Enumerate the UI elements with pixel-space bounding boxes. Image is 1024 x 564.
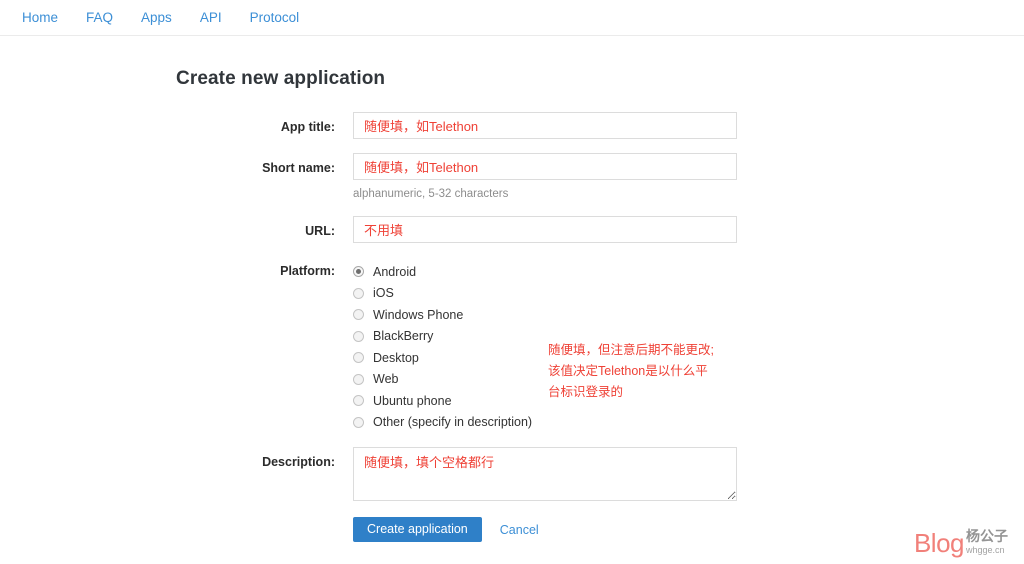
platform-label: Platform: bbox=[280, 264, 335, 278]
nav-item-api[interactable]: API bbox=[186, 0, 236, 36]
platform-option-label: BlackBerry bbox=[373, 329, 434, 343]
platform-option-android[interactable]: Android bbox=[353, 261, 737, 282]
create-application-form: App title: Short name: alphanumeric, 5-3… bbox=[0, 112, 1024, 542]
platform-option-windows-phone[interactable]: Windows Phone bbox=[353, 304, 737, 325]
platform-option-ios[interactable]: iOS bbox=[353, 283, 737, 304]
cancel-link[interactable]: Cancel bbox=[500, 523, 539, 537]
platform-option-label: Other (specify in description) bbox=[373, 415, 533, 429]
radio-unchecked-icon[interactable] bbox=[353, 395, 364, 406]
form-row-app-title: App title: bbox=[0, 112, 1024, 139]
nav-item-home[interactable]: Home bbox=[8, 0, 72, 36]
nav-item-protocol[interactable]: Protocol bbox=[236, 0, 314, 36]
platform-option-label: iOS bbox=[373, 286, 394, 300]
short-name-label: Short name: bbox=[262, 161, 335, 175]
form-row-url: URL: bbox=[0, 216, 1024, 243]
form-row-description: Description: Create application Cancel bbox=[0, 447, 1024, 542]
nav-item-apps[interactable]: Apps bbox=[127, 0, 186, 36]
platform-option-label: Desktop bbox=[373, 350, 419, 365]
platform-option-label: Web bbox=[373, 372, 399, 386]
radio-unchecked-icon[interactable] bbox=[353, 352, 364, 363]
platform-option-label: Windows Phone bbox=[373, 307, 464, 322]
description-label: Description: bbox=[262, 455, 335, 469]
blog-watermark: Blog 杨公子 whgge.cn bbox=[913, 528, 1008, 558]
platform-option-label: Ubuntu phone bbox=[373, 393, 452, 408]
watermark-right-group: 杨公子 whgge.cn bbox=[966, 530, 1008, 556]
watermark-site-url: whgge.cn bbox=[966, 545, 1005, 555]
radio-unchecked-icon[interactable] bbox=[353, 416, 364, 428]
app-title-label: App title: bbox=[280, 120, 335, 134]
form-row-short-name: Short name: alphanumeric, 5-32 character… bbox=[0, 153, 1024, 202]
form-row-platform: Platform: Android iOS Windows Phone Blac… bbox=[0, 259, 1024, 433]
form-actions: Create application Cancel bbox=[353, 517, 737, 542]
radio-unchecked-icon[interactable] bbox=[353, 330, 364, 342]
radio-unchecked-icon[interactable] bbox=[353, 287, 364, 299]
description-control: Create application Cancel bbox=[353, 447, 737, 542]
description-textarea[interactable] bbox=[353, 447, 737, 501]
nav-item-faq[interactable]: FAQ bbox=[72, 0, 127, 36]
url-input[interactable] bbox=[353, 216, 737, 243]
url-control bbox=[353, 216, 737, 243]
top-navigation-bar: Home FAQ Apps API Protocol bbox=[0, 0, 1024, 36]
platform-annotation-note: 随便填，但注意后期不能更改; 该值决定Telethon是以什么平 台标识登录的 bbox=[548, 343, 714, 399]
short-name-input[interactable] bbox=[353, 153, 737, 180]
app-title-input[interactable] bbox=[353, 112, 737, 139]
page-title: Create new application bbox=[176, 68, 386, 89]
page-content: Create new application App title: Short … bbox=[0, 36, 1024, 542]
short-name-hint: alphanumeric, 5-32 characters bbox=[353, 188, 509, 200]
platform-option-label: Android bbox=[373, 264, 417, 279]
platform-option-other[interactable]: Other (specify in description) bbox=[353, 412, 737, 433]
url-label: URL: bbox=[305, 224, 335, 238]
app-title-control bbox=[353, 112, 737, 139]
radio-unchecked-icon[interactable] bbox=[353, 373, 364, 385]
watermark-blog-text: Blog bbox=[913, 528, 965, 558]
short-name-control: alphanumeric, 5-32 characters bbox=[353, 153, 737, 202]
radio-unchecked-icon[interactable] bbox=[353, 309, 364, 320]
create-application-button[interactable]: Create application bbox=[353, 517, 482, 542]
radio-checked-icon[interactable] bbox=[353, 266, 364, 277]
watermark-author-name: 杨公子 bbox=[966, 529, 1008, 545]
